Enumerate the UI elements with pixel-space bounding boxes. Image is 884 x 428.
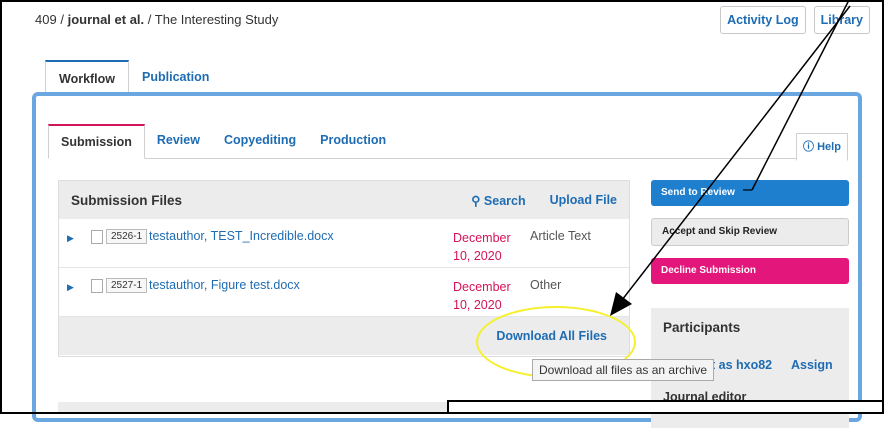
files-title: Submission Files	[71, 192, 183, 208]
tab-review[interactable]: Review	[145, 124, 212, 159]
file-id: 2526-1	[106, 229, 148, 244]
search-button[interactable]: ⚲ Search	[471, 193, 525, 208]
document-icon	[91, 230, 103, 244]
help-label: Help	[817, 141, 841, 153]
download-tooltip: Download all files as an archive	[532, 359, 715, 381]
upload-file-button[interactable]: Upload File	[550, 193, 617, 207]
assign-button[interactable]: Assign	[791, 358, 833, 372]
decision-actions: Send to Review Accept and Skip Review De…	[651, 180, 849, 296]
send-to-review-button[interactable]: Send to Review	[651, 180, 849, 206]
accept-skip-review-button[interactable]: Accept and Skip Review	[651, 218, 849, 246]
top-actions: Activity Log Library	[720, 6, 870, 34]
next-panel-header	[58, 402, 447, 414]
breadcrumb-separator: /	[147, 12, 152, 27]
file-date-line: 10, 2020	[453, 249, 502, 263]
login-as-link[interactable]: t as hxo82	[711, 358, 772, 372]
stage-tabs: Submission Review Copyediting Production	[48, 124, 398, 159]
file-id: 2527-1	[106, 278, 148, 293]
file-date: December 10, 2020	[453, 278, 513, 314]
library-button[interactable]: Library	[813, 6, 870, 34]
breadcrumb-author: journal et al.	[67, 12, 145, 27]
decline-submission-button[interactable]: Decline Submission	[651, 258, 849, 284]
file-name-link[interactable]: testauthor, Figure test.docx	[149, 278, 300, 292]
participants-title: Participants	[663, 320, 741, 335]
file-date-line: December	[453, 231, 511, 245]
file-date-line: 10, 2020	[453, 298, 502, 312]
callout-box	[447, 400, 884, 414]
tab-publication[interactable]: Publication	[129, 60, 222, 96]
file-date-line: December	[453, 280, 511, 294]
breadcrumb: 409 / journal et al. / The Interesting S…	[35, 12, 278, 27]
file-date: December 10, 2020	[453, 229, 513, 265]
tab-submission[interactable]: Submission	[48, 124, 145, 159]
expand-icon[interactable]: ▶	[67, 233, 74, 244]
tab-workflow[interactable]: Workflow	[45, 60, 130, 96]
tab-copyediting[interactable]: Copyediting	[212, 124, 308, 159]
breadcrumb-id[interactable]: 409	[35, 12, 57, 27]
expand-icon[interactable]: ▶	[67, 282, 74, 293]
table-row: ▶ 2526-1 testauthor, TEST_Incredible.doc…	[59, 219, 629, 268]
document-icon	[91, 279, 103, 293]
search-icon: ⚲	[471, 193, 481, 208]
help-tab[interactable]: ⓘ Help	[796, 133, 848, 161]
file-genre: Article Text	[530, 229, 591, 243]
breadcrumb-separator: /	[60, 12, 64, 27]
breadcrumb-title: The Interesting Study	[154, 12, 279, 27]
info-icon: ⓘ	[803, 141, 815, 153]
files-header: Submission Files ⚲ Search Upload File	[59, 181, 629, 219]
search-label: Search	[483, 193, 526, 208]
tab-production[interactable]: Production	[308, 124, 398, 159]
activity-log-button[interactable]: Activity Log	[720, 6, 806, 34]
outer-tabs: Workflow Publication	[45, 60, 222, 96]
file-name-link[interactable]: testauthor, TEST_Incredible.docx	[149, 229, 334, 243]
file-genre: Other	[530, 278, 562, 292]
